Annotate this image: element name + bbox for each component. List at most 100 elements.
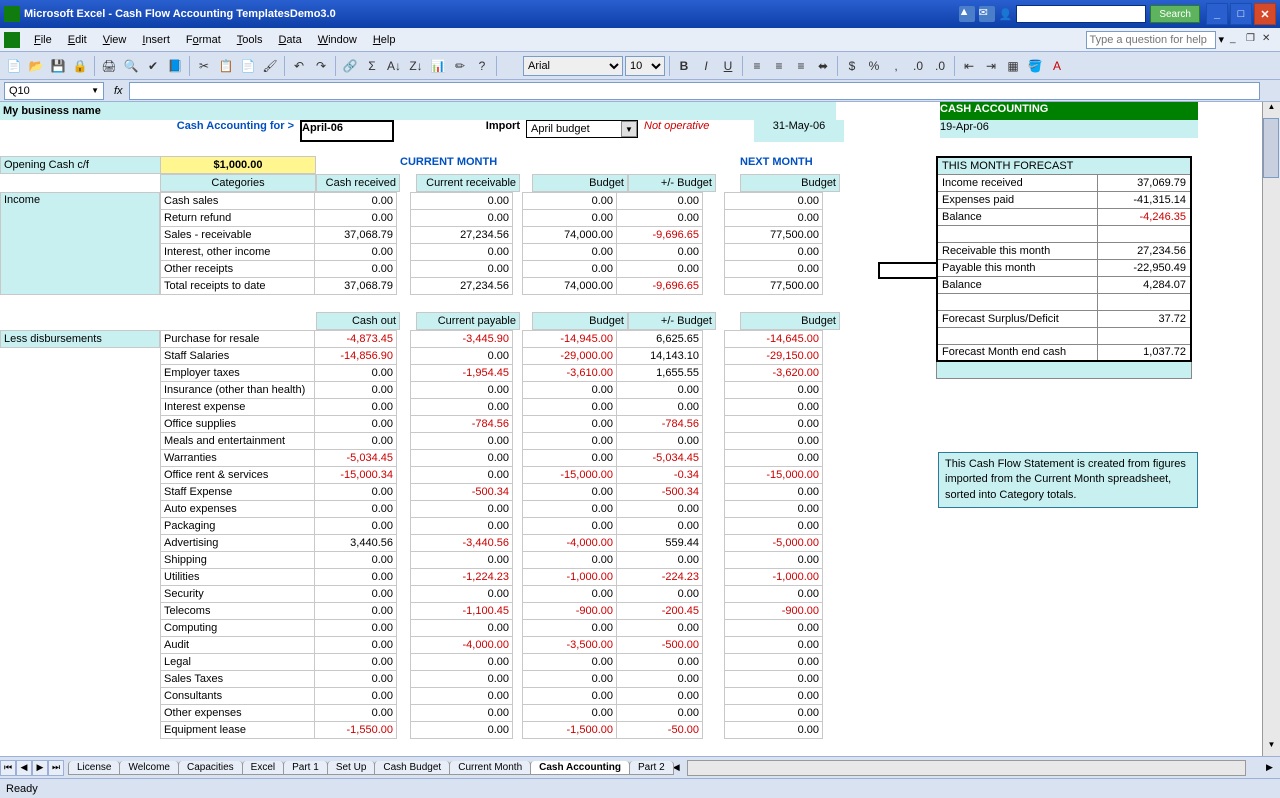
table-row[interactable]: Other receipts0.000.000.000.000.00 [161, 261, 823, 278]
chart-icon[interactable]: 📊 [428, 56, 448, 76]
table-row[interactable]: Equipment lease-1,550.000.00-1,500.00-50… [161, 722, 823, 739]
table-row[interactable]: Staff Expense0.00-500.340.00-500.340.00 [161, 484, 823, 501]
research-icon[interactable]: 📘 [165, 56, 185, 76]
doc-minimize-button[interactable]: _ [1230, 33, 1244, 47]
search-icon-b[interactable]: ✉ [979, 6, 995, 22]
table-row[interactable]: Consultants0.000.000.000.000.00 [161, 688, 823, 705]
new-icon[interactable]: 📄 [4, 56, 24, 76]
help-dropdown-icon[interactable]: ▾ [1218, 33, 1224, 46]
sheet-tab[interactable]: Excel [242, 761, 284, 775]
bold-icon[interactable]: B [674, 56, 694, 76]
sheet-tab[interactable]: Cash Accounting [530, 761, 630, 775]
tab-nav-prev[interactable]: ◀ [16, 760, 32, 776]
tab-nav-first[interactable]: ⏮ [0, 760, 16, 776]
undo-icon[interactable]: ↶ [289, 56, 309, 76]
horizontal-scrollbar[interactable] [687, 760, 1246, 776]
merge-icon[interactable]: ⬌ [813, 56, 833, 76]
table-row[interactable]: Security0.000.000.000.000.00 [161, 586, 823, 603]
app-icon[interactable] [4, 32, 20, 48]
cut-icon[interactable]: ✂ [194, 56, 214, 76]
save-icon[interactable]: 💾 [48, 56, 68, 76]
print-icon[interactable]: 🖨 [99, 56, 119, 76]
title-search-input[interactable] [1016, 5, 1146, 23]
menu-tools[interactable]: Tools [229, 32, 271, 48]
menu-help[interactable]: Help [365, 32, 404, 48]
table-row[interactable]: Employer taxes0.00-1,954.45-3,610.001,65… [161, 365, 823, 382]
help-icon[interactable]: ? [472, 56, 492, 76]
menu-insert[interactable]: Insert [134, 32, 178, 48]
format-painter-icon[interactable]: 🖌 [260, 56, 280, 76]
vertical-scrollbar[interactable]: ▲ ▼ [1262, 102, 1280, 756]
table-row[interactable]: Computing0.000.000.000.000.00 [161, 620, 823, 637]
table-row[interactable]: Sales Taxes0.000.000.000.000.00 [161, 671, 823, 688]
name-box[interactable]: Q10▼ [4, 82, 104, 100]
search-icon-a[interactable]: ▲ [959, 6, 975, 22]
redo-icon[interactable]: ↷ [311, 56, 331, 76]
sheet-tab[interactable]: Welcome [119, 761, 179, 775]
table-row[interactable]: Staff Salaries-14,856.900.00-29,000.0014… [161, 348, 823, 365]
title-search-button[interactable]: Search [1150, 5, 1200, 23]
hyperlink-icon[interactable]: 🔗 [340, 56, 360, 76]
align-right-icon[interactable]: ≡ [791, 56, 811, 76]
currency-icon[interactable]: $ [842, 56, 862, 76]
table-row[interactable]: Shipping0.000.000.000.000.00 [161, 552, 823, 569]
tab-nav-next[interactable]: ▶ [32, 760, 48, 776]
permission-icon[interactable]: 🔒 [70, 56, 90, 76]
table-row[interactable]: Insurance (other than health)0.000.000.0… [161, 382, 823, 399]
increase-indent-icon[interactable]: ⇥ [981, 56, 1001, 76]
menu-data[interactable]: Data [270, 32, 309, 48]
sheet-tab[interactable]: Set Up [327, 761, 376, 775]
sheet-tab[interactable]: Part 2 [629, 761, 674, 775]
menu-edit[interactable]: Edit [60, 32, 95, 48]
font-size-select[interactable]: 10 [625, 56, 665, 76]
table-row[interactable]: Utilities0.00-1,224.23-1,000.00-224.23-1… [161, 569, 823, 586]
income-table[interactable]: Cash sales0.000.000.000.000.00Return ref… [160, 192, 823, 295]
borders-icon[interactable]: ▦ [1003, 56, 1023, 76]
fx-icon[interactable]: fx [108, 85, 129, 97]
copy-icon[interactable]: 📋 [216, 56, 236, 76]
italic-icon[interactable]: I [696, 56, 716, 76]
sheet-tab[interactable]: Part 1 [283, 761, 328, 775]
doc-restore-button[interactable]: ❐ [1246, 33, 1260, 47]
open-icon[interactable]: 📂 [26, 56, 46, 76]
table-row[interactable]: Total receipts to date37,068.7927,234.56… [161, 278, 823, 295]
table-row[interactable]: Telecoms0.00-1,100.45-900.00-200.45-900.… [161, 603, 823, 620]
table-row[interactable]: Legal0.000.000.000.000.00 [161, 654, 823, 671]
menu-window[interactable]: Window [310, 32, 365, 48]
table-row[interactable]: Office supplies0.00-784.560.00-784.560.0… [161, 416, 823, 433]
fill-color-icon[interactable]: 🪣 [1025, 56, 1045, 76]
scroll-up-icon[interactable]: ▲ [1263, 102, 1280, 118]
autosum-icon[interactable]: Σ [362, 56, 382, 76]
percent-icon[interactable]: % [864, 56, 884, 76]
table-row[interactable]: Audit0.00-4,000.00-3,500.00-500.000.00 [161, 637, 823, 654]
formula-input[interactable] [129, 82, 1260, 100]
sort-asc-icon[interactable]: A↓ [384, 56, 404, 76]
menu-view[interactable]: View [95, 32, 135, 48]
spell-icon[interactable]: ✔ [143, 56, 163, 76]
table-row[interactable]: Auto expenses0.000.000.000.000.00 [161, 501, 823, 518]
table-row[interactable]: Warranties-5,034.450.000.00-5,034.450.00 [161, 450, 823, 467]
table-row[interactable]: Meals and entertainment0.000.000.000.000… [161, 433, 823, 450]
opening-cash-value[interactable]: $1,000.00 [160, 156, 316, 174]
table-row[interactable]: Purchase for resale-4,873.45-3,445.90-14… [161, 331, 823, 348]
table-row[interactable]: Cash sales0.000.000.000.000.00 [161, 193, 823, 210]
comma-icon[interactable]: , [886, 56, 906, 76]
decrease-decimal-icon[interactable]: .0 [930, 56, 950, 76]
sheet-tab[interactable]: License [68, 761, 120, 775]
menu-file[interactable]: File [26, 32, 60, 48]
align-center-icon[interactable]: ≡ [769, 56, 789, 76]
sheet-tab[interactable]: Cash Budget [374, 761, 450, 775]
decrease-indent-icon[interactable]: ⇤ [959, 56, 979, 76]
table-row[interactable]: Sales - receivable37,068.7927,234.5674,0… [161, 227, 823, 244]
period-box[interactable]: April-06 [300, 120, 394, 142]
sheet-tab[interactable]: Capacities [178, 761, 243, 775]
preview-icon[interactable]: 🔍 [121, 56, 141, 76]
sort-desc-icon[interactable]: Z↓ [406, 56, 426, 76]
table-row[interactable]: Office rent & services-15,000.340.00-15,… [161, 467, 823, 484]
table-row[interactable]: Advertising3,440.56-3,440.56-4,000.00559… [161, 535, 823, 552]
drawing-icon[interactable]: ✏ [450, 56, 470, 76]
sheet-tab[interactable]: Current Month [449, 761, 531, 775]
scroll-thumb[interactable] [1263, 118, 1279, 178]
paste-icon[interactable]: 📄 [238, 56, 258, 76]
minimize-button[interactable]: _ [1206, 3, 1228, 25]
